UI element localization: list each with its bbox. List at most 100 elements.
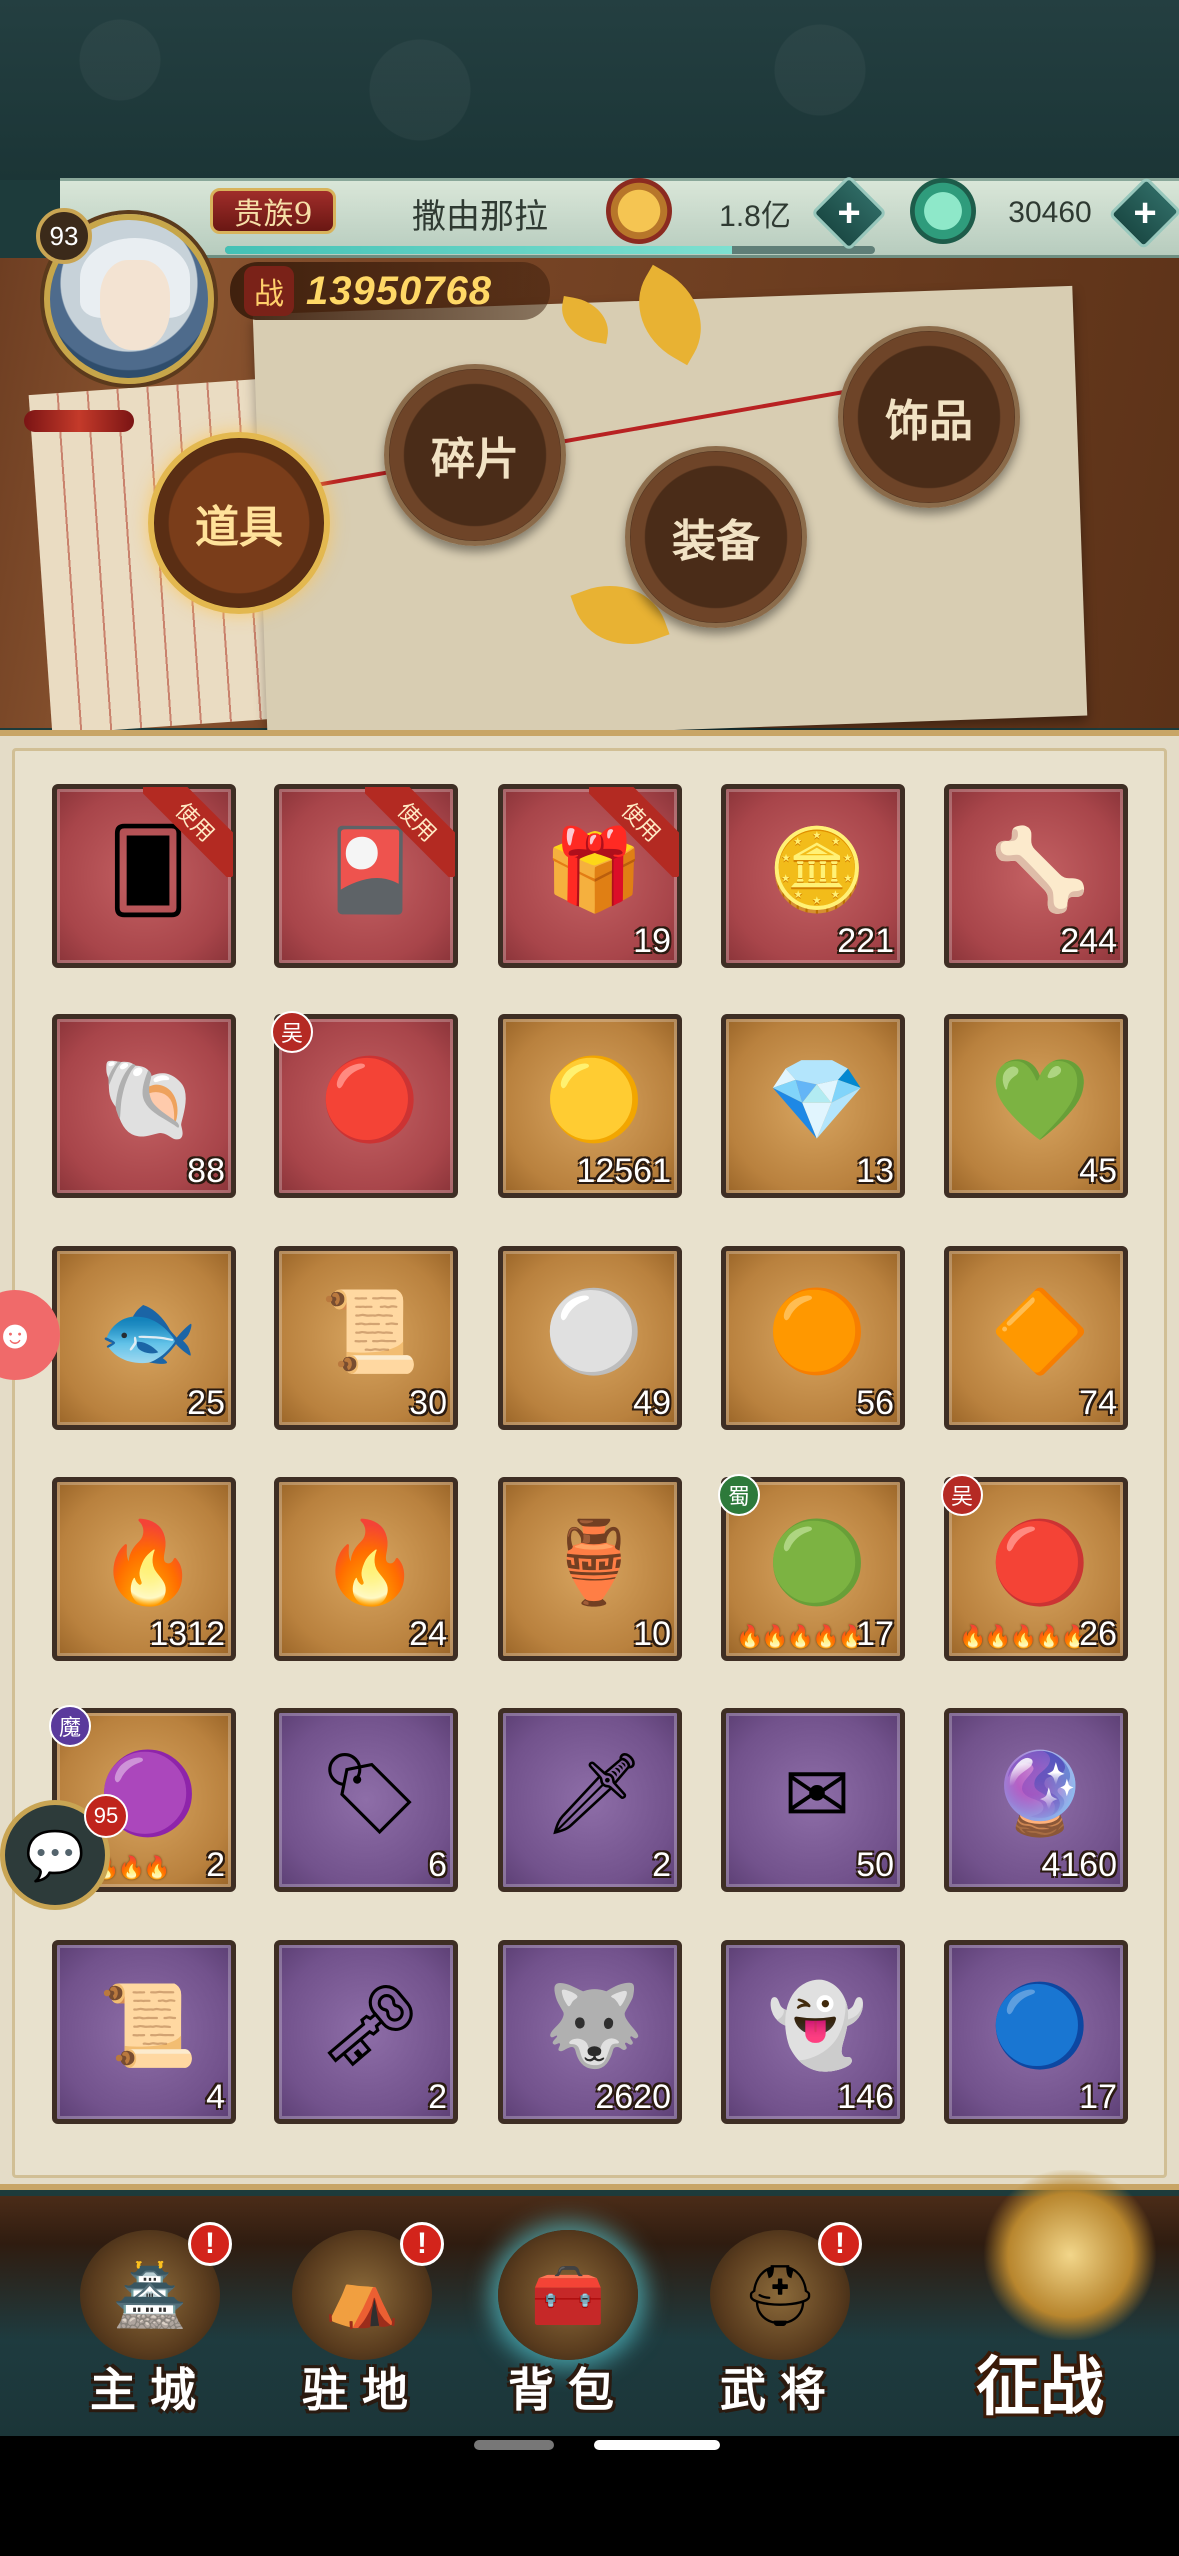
bronze-key-icon: 🗝 [319,1981,421,2070]
seashell-item[interactable]: 🐚 88 [52,1014,236,1198]
golden-scroll-item[interactable]: 📜 4 [52,1940,236,2124]
tab-equipment[interactable]: 装备 [625,446,807,628]
red-crystal-item[interactable]: 💎 13 [721,1014,905,1198]
item-count: 12561 [576,1152,671,1190]
backpack-chest-icon: 🧰 [498,2230,638,2360]
item-count: 19 [633,922,671,960]
use-ribbon: 使用 [143,787,233,877]
vip-badge[interactable]: 贵族9 [210,188,336,234]
purple-token-item[interactable]: 🏷 6 [274,1708,458,1892]
purple-cloth-item[interactable]: 📜 30 [274,1246,458,1430]
nav-backpack[interactable]: 🧰 背包 [478,2230,658,2430]
item-count: 221 [837,922,894,960]
use-ribbon: 使用 [589,787,679,877]
green-crystal-item[interactable]: 💚 45 [944,1014,1128,1198]
nav-label: 武将 [720,2363,840,2417]
alert-icon: ! [400,2222,444,2266]
item-count: 26 [1079,1615,1117,1653]
jade-disc-icon: ⚪ [544,1287,644,1376]
blue-orb-icon: 🔵 [990,1981,1090,2070]
shu-orb-item[interactable]: 🟢 蜀 🔥🔥🔥🔥🔥 17 [718,1474,905,1661]
nav-garrison[interactable]: ⛺ ! 驻地 [272,2222,452,2430]
amber-crystal-item[interactable]: 🔶 74 [944,1246,1128,1430]
chat-bubble-icon: 💬 [25,1829,85,1883]
golden-pearl-icon: 🟡 [544,1055,644,1144]
item-count: 56 [856,1384,894,1422]
item-count: 13 [856,1152,894,1190]
jade-spirit-item[interactable]: 👻 146 [721,1940,905,2124]
item-count: 2 [652,1846,671,1884]
gold-coin-item[interactable]: 🪙 221 [721,784,905,968]
blue-fish-icon: 🐟 [98,1287,198,1376]
tab-accessories[interactable]: 饰品 [838,326,1020,508]
jade-spirit-icon: 👻 [767,1981,867,2070]
sword-emblem-icon [980,2170,1160,2340]
alert-icon: ! [188,2222,232,2266]
green-flame-item[interactable]: 🔥 1312 [52,1477,236,1661]
purple-token-icon: 🏷 [319,1749,421,1838]
item-count: 17 [856,1615,894,1653]
dart-icon: 🗡 [543,1749,645,1838]
green-flame-icon: 🔥 [98,1518,198,1607]
orange-flame-icon: 🔥 [320,1518,420,1607]
fire-orb-item[interactable]: 🟠 56 [721,1246,905,1430]
gold-card-item[interactable]: 🎴 使用 [274,784,458,968]
gold-coin-icon [606,178,672,244]
use-ribbon-label: 使用 [143,787,233,877]
red-tassel-decor [24,410,134,432]
faction-badge: 蜀 [718,1474,760,1516]
gold-amount: 1.8亿 [719,200,791,233]
ivory-tusk-icon: 🦴 [990,825,1090,914]
item-count: 146 [837,2078,894,2116]
jade-amount: 30460 [1008,196,1092,229]
home-indicator[interactable] [594,2440,720,2450]
gift-chest-item[interactable]: 🎁 使用 19 [498,784,682,968]
star-rating: 🔥🔥🔥🔥🔥 [736,1624,865,1649]
dart-item[interactable]: 🗡 2 [498,1708,682,1892]
wine-jar-item[interactable]: 🏺 10 [498,1477,682,1661]
item-count: 25 [187,1384,225,1422]
red-orb-item[interactable]: 🔴 吴 [271,1011,458,1198]
blue-orb-item[interactable]: 🔵 17 [944,1940,1128,2124]
beast-dagger-item[interactable]: 🐺 2620 [498,1940,682,2124]
bronze-key-item[interactable]: 🗝 2 [274,1940,458,2124]
item-count: 24 [409,1615,447,1653]
ivory-tusk-item[interactable]: 🦴 244 [944,784,1128,968]
item-count: 10 [633,1615,671,1653]
item-count: 88 [187,1152,225,1190]
seashell-icon: 🐚 [98,1055,198,1144]
beast-dagger-icon: 🐺 [544,1981,644,2070]
fire-orb-icon: 🟠 [767,1287,867,1376]
chat-unread-badge: 95 [84,1794,128,1838]
campaign-button[interactable]: 征战 [940,2170,1179,2440]
red-card-item[interactable]: 🂠 使用 [52,784,236,968]
wu-orb-item[interactable]: 🔴 吴 🔥🔥🔥🔥🔥 26 [941,1474,1128,1661]
scroll-letter-item[interactable]: ✉ 50 [721,1708,905,1892]
campaign-label: 征战 [976,2350,1104,2425]
orange-flame-item[interactable]: 🔥 24 [274,1477,458,1661]
faction-badge: 吴 [941,1474,983,1516]
item-count: 17 [1079,2078,1117,2116]
player-level-badge: 93 [36,208,92,264]
red-crystal-icon: 💎 [767,1055,867,1144]
blue-fish-item[interactable]: 🐟 25 [52,1246,236,1430]
item-count: 74 [1079,1384,1117,1422]
use-ribbon: 使用 [365,787,455,877]
assistant-icon: ☻ [0,1312,37,1357]
back-gesture-indicator[interactable] [474,2440,554,2450]
xp-progress-bar [225,246,875,254]
tab-fragments[interactable]: 碎片 [384,364,566,546]
armillary-item[interactable]: 🔮 4160 [944,1708,1128,1892]
wu-orb-icon: 🔴 [990,1518,1090,1607]
nav-label: 背包 [508,2363,628,2417]
item-count: 2 [428,2078,447,2116]
nav-generals[interactable]: ⛑ ! 武将 [690,2222,870,2430]
shu-orb-icon: 🟢 [767,1518,867,1607]
jade-disc-item[interactable]: ⚪ 49 [498,1246,682,1430]
item-count: 49 [633,1384,671,1422]
nav-main-city[interactable]: 🏯 ! 主城 [60,2222,240,2430]
avatar-face [100,260,170,350]
combat-power-icon: 战 [244,266,294,316]
tab-items[interactable]: 道具 [148,432,330,614]
golden-pearl-item[interactable]: 🟡 12561 [498,1014,682,1198]
